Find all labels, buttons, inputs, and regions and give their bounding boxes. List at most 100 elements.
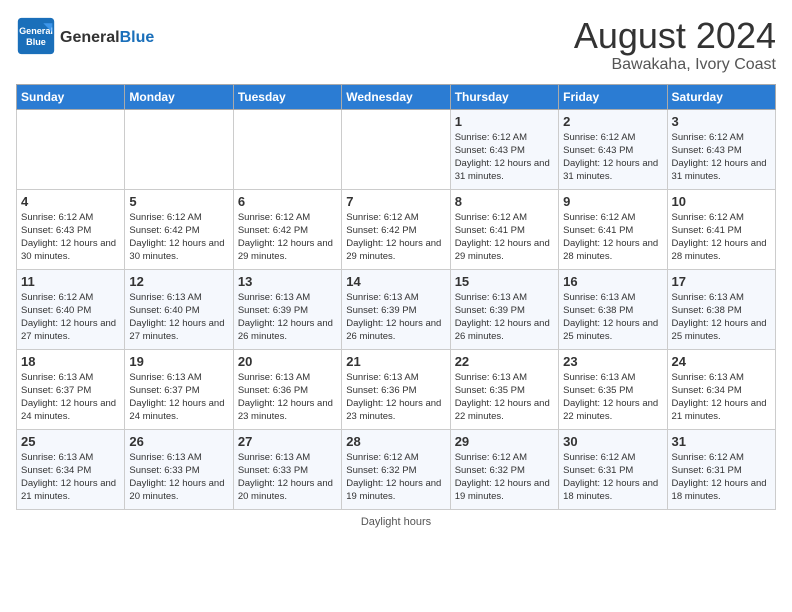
day-number: 11 [21,274,120,289]
day-header-saturday: Saturday [667,84,775,109]
main-title: August 2024 [574,16,776,56]
day-info: Sunrise: 6:12 AM Sunset: 6:31 PM Dayligh… [563,451,662,504]
day-cell: 30 Sunrise: 6:12 AM Sunset: 6:31 PM Dayli… [559,429,667,509]
day-header-wednesday: Wednesday [342,84,450,109]
day-cell: 3Sunrise: 6:12 AM Sunset: 6:43 PM Daylig… [667,109,775,189]
day-cell [17,109,125,189]
day-cell: 31 Sunrise: 6:12 AM Sunset: 6:31 PM Dayli… [667,429,775,509]
day-info: Sunrise: 6:12 AM Sunset: 6:31 PM Dayligh… [672,451,771,504]
day-number: 3 [672,114,771,129]
day-number: 16 [563,274,662,289]
day-info: Sunrise: 6:12 AM Sunset: 6:43 PM Dayligh… [21,211,120,264]
day-header-tuesday: Tuesday [233,84,341,109]
day-number: 27 [238,434,337,449]
day-cell: 12 Sunrise: 6:13 AM Sunset: 6:40 PM Dayli… [125,269,233,349]
day-number: 20 [238,354,337,369]
day-cell: 11 Sunrise: 6:12 AM Sunset: 6:40 PM Dayli… [17,269,125,349]
day-cell: 8 Sunrise: 6:12 AM Sunset: 6:41 PM Daylig… [450,189,558,269]
day-info: Sunrise: 6:12 AM Sunset: 6:32 PM Dayligh… [455,451,554,504]
day-info: Sunrise: 6:13 AM Sunset: 6:39 PM Dayligh… [238,291,337,344]
day-number: 5 [129,194,228,209]
day-cell: 10Sunrise: 6:12 AM Sunset: 6:41 PM Dayli… [667,189,775,269]
day-info: Sunrise: 6:12 AM Sunset: 6:43 PM Dayligh… [563,131,662,184]
day-info: Sunrise: 6:13 AM Sunset: 6:35 PM Dayligh… [563,371,662,424]
day-number: 14 [346,274,445,289]
day-info: Sunrise: 6:13 AM Sunset: 6:35 PM Dayligh… [455,371,554,424]
day-info: Sunrise: 6:12 AM Sunset: 6:32 PM Dayligh… [346,451,445,504]
day-info: Sunrise: 6:13 AM Sunset: 6:40 PM Dayligh… [129,291,228,344]
day-number: 2 [563,114,662,129]
day-number: 29 [455,434,554,449]
day-cell: 4 Sunrise: 6:12 AM Sunset: 6:43 PM Daylig… [17,189,125,269]
day-cell: 1 Sunrise: 6:12 AM Sunset: 6:43 PM Daylig… [450,109,558,189]
day-number: 4 [21,194,120,209]
day-cell: 21 Sunrise: 6:13 AM Sunset: 6:36 PM Dayli… [342,349,450,429]
day-info: Sunrise: 6:12 AM Sunset: 6:41 PM Dayligh… [563,211,662,264]
day-number: 26 [129,434,228,449]
day-cell [342,109,450,189]
header: General Blue GeneralBlue August 2024 Baw… [16,16,776,74]
day-number: 19 [129,354,228,369]
day-number: 28 [346,434,445,449]
day-info: Sunrise: 6:12 AM Sunset: 6:40 PM Dayligh… [21,291,120,344]
title-block: August 2024 Bawakaha, Ivory Coast [574,16,776,74]
week-row-5: 25Sunrise: 6:13 AM Sunset: 6:34 PM Dayli… [17,429,776,509]
week-row-3: 11 Sunrise: 6:12 AM Sunset: 6:40 PM Dayli… [17,269,776,349]
day-cell: 5 Sunrise: 6:12 AM Sunset: 6:42 PM Daylig… [125,189,233,269]
day-cell: 26 Sunrise: 6:13 AM Sunset: 6:33 PM Dayli… [125,429,233,509]
day-cell: 14 Sunrise: 6:13 AM Sunset: 6:39 PM Dayli… [342,269,450,349]
week-row-1: 1 Sunrise: 6:12 AM Sunset: 6:43 PM Daylig… [17,109,776,189]
day-info: Sunrise: 6:13 AM Sunset: 6:33 PM Dayligh… [238,451,337,504]
day-number: 7 [346,194,445,209]
day-info: Sunrise: 6:13 AM Sunset: 6:38 PM Dayligh… [672,291,771,344]
day-number: 31 [672,434,771,449]
day-info: Sunrise: 6:13 AM Sunset: 6:37 PM Dayligh… [21,371,120,424]
day-info: Sunrise: 6:13 AM Sunset: 6:36 PM Dayligh… [346,371,445,424]
day-number: 12 [129,274,228,289]
day-info: Sunrise: 6:13 AM Sunset: 6:37 PM Dayligh… [129,371,228,424]
day-number: 24 [672,354,771,369]
day-number: 1 [455,114,554,129]
day-cell: 20 Sunrise: 6:13 AM Sunset: 6:36 PM Dayli… [233,349,341,429]
day-header-sunday: Sunday [17,84,125,109]
day-info: Sunrise: 6:12 AM Sunset: 6:42 PM Dayligh… [129,211,228,264]
logo: General Blue GeneralBlue [16,16,154,56]
week-row-2: 4 Sunrise: 6:12 AM Sunset: 6:43 PM Daylig… [17,189,776,269]
logo-icon: General Blue [16,16,56,56]
day-cell: 15Sunrise: 6:13 AM Sunset: 6:39 PM Dayli… [450,269,558,349]
day-cell: 13 Sunrise: 6:13 AM Sunset: 6:39 PM Dayli… [233,269,341,349]
day-number: 8 [455,194,554,209]
svg-text:Blue: Blue [26,37,46,47]
day-info: Sunrise: 6:12 AM Sunset: 6:43 PM Dayligh… [455,131,554,184]
day-number: 13 [238,274,337,289]
day-info: Sunrise: 6:13 AM Sunset: 6:34 PM Dayligh… [21,451,120,504]
day-info: Sunrise: 6:13 AM Sunset: 6:36 PM Dayligh… [238,371,337,424]
day-number: 6 [238,194,337,209]
day-info: Sunrise: 6:12 AM Sunset: 6:41 PM Dayligh… [455,211,554,264]
calendar-container: General Blue GeneralBlue August 2024 Baw… [0,0,792,536]
subtitle: Bawakaha, Ivory Coast [574,56,776,74]
day-info: Sunrise: 6:12 AM Sunset: 6:42 PM Dayligh… [238,211,337,264]
day-number: 21 [346,354,445,369]
day-info: Sunrise: 6:13 AM Sunset: 6:34 PM Dayligh… [672,371,771,424]
day-info: Sunrise: 6:13 AM Sunset: 6:39 PM Dayligh… [346,291,445,344]
day-info: Sunrise: 6:13 AM Sunset: 6:33 PM Dayligh… [129,451,228,504]
day-cell: 2 Sunrise: 6:12 AM Sunset: 6:43 PM Daylig… [559,109,667,189]
day-number: 22 [455,354,554,369]
day-header-friday: Friday [559,84,667,109]
day-cell [233,109,341,189]
day-number: 15 [455,274,554,289]
day-header-monday: Monday [125,84,233,109]
day-cell: 23Sunrise: 6:13 AM Sunset: 6:35 PM Dayli… [559,349,667,429]
day-number: 30 [563,434,662,449]
logo-text: GeneralBlue [60,26,154,47]
footer: Daylight hours [16,516,776,528]
day-cell: 6 Sunrise: 6:12 AM Sunset: 6:42 PM Daylig… [233,189,341,269]
calendar-table: SundayMondayTuesdayWednesdayThursdayFrid… [16,84,776,510]
day-number: 18 [21,354,120,369]
day-cell: 17Sunrise: 6:13 AM Sunset: 6:38 PM Dayli… [667,269,775,349]
day-info: Sunrise: 6:12 AM Sunset: 6:41 PM Dayligh… [672,211,771,264]
day-cell: 28 Sunrise: 6:12 AM Sunset: 6:32 PM Dayli… [342,429,450,509]
week-row-4: 18 Sunrise: 6:13 AM Sunset: 6:37 PM Dayli… [17,349,776,429]
day-cell: 29 Sunrise: 6:12 AM Sunset: 6:32 PM Dayli… [450,429,558,509]
